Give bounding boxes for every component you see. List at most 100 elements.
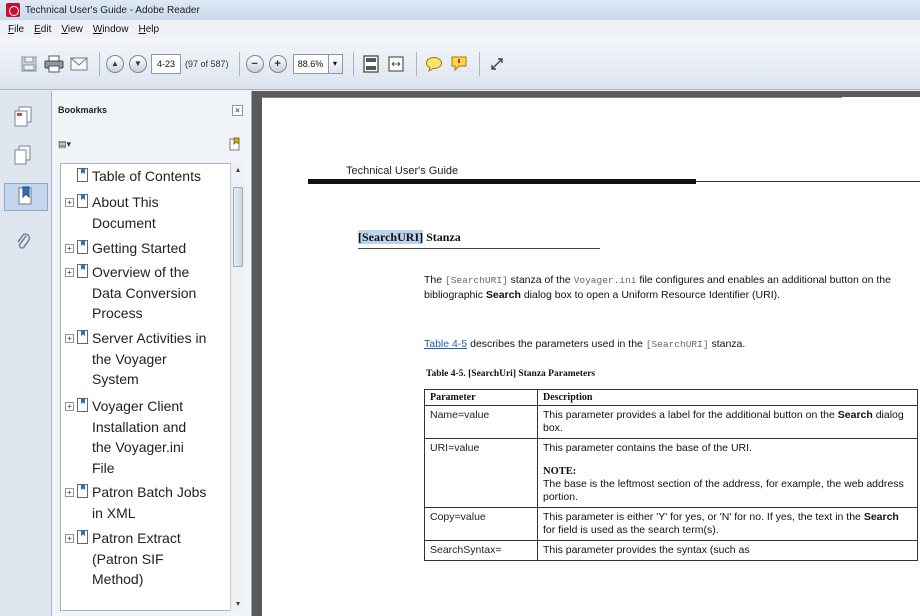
comment-button[interactable] bbox=[423, 53, 445, 75]
bookmarks-tree: Table of Contents + About This Document +… bbox=[60, 163, 232, 611]
paperclip-icon bbox=[17, 233, 31, 249]
description-cell: This parameter provides the syntax (such… bbox=[537, 540, 918, 561]
expand-icon[interactable]: + bbox=[65, 244, 74, 253]
scroll-up-icon[interactable]: ▲ bbox=[231, 163, 245, 177]
bookmark-label: Voyager Client Installation and the Voyage… bbox=[92, 398, 187, 476]
note-heading: NOTE: bbox=[543, 466, 577, 477]
table-row: SearchSyntax= This parameter provides th… bbox=[424, 540, 918, 561]
options-menu-icon: ▤▾ bbox=[58, 138, 72, 149]
expand-icon[interactable]: + bbox=[65, 534, 74, 543]
window-title: Technical User's Guide - Adobe Reader bbox=[25, 4, 200, 16]
toolbar-separator bbox=[99, 51, 100, 76]
description-cell: This parameter is either 'Y' for yes, or… bbox=[537, 507, 918, 541]
parameter-cell: SearchSyntax= bbox=[424, 540, 538, 561]
bookmark-page-icon bbox=[77, 264, 88, 278]
bookmark-label: Overview of the Data Conversion Process bbox=[92, 264, 197, 321]
next-page-button[interactable]: ▼ bbox=[129, 54, 147, 73]
highlight-button[interactable] bbox=[448, 53, 470, 75]
menu-view[interactable]: View bbox=[57, 24, 87, 35]
email-button[interactable] bbox=[68, 53, 90, 75]
highlighted-text[interactable]: [SearchURI] bbox=[358, 230, 424, 244]
bookmark-label: Getting Started bbox=[92, 240, 187, 256]
bookmark-page-icon bbox=[77, 194, 88, 208]
sticky-note-icon bbox=[451, 56, 467, 71]
panel-close-button[interactable]: × bbox=[232, 105, 243, 116]
bookmark-page-icon bbox=[77, 398, 88, 412]
fit-page-icon bbox=[362, 54, 379, 73]
layers-panel-button[interactable] bbox=[10, 141, 36, 169]
menu-file[interactable]: File bbox=[4, 24, 28, 35]
adobe-reader-icon bbox=[6, 3, 20, 17]
bookmark-label: Table of Contents bbox=[92, 168, 201, 184]
bookmark-icon bbox=[18, 186, 32, 205]
running-header: Technical User's Guide bbox=[346, 165, 459, 177]
bookmarks-panel-button[interactable] bbox=[4, 183, 48, 211]
expand-button[interactable] bbox=[486, 53, 508, 75]
bookmarks-toolbar: ▤▾ bbox=[58, 137, 246, 155]
panel-title: Bookmarks bbox=[58, 105, 108, 115]
zoom-in-button[interactable]: + bbox=[268, 54, 287, 73]
menu-edit[interactable]: Edit bbox=[30, 24, 55, 35]
minus-icon: − bbox=[251, 57, 258, 70]
bookmark-label: Patron Extract (Patron SIF Method) bbox=[92, 530, 181, 587]
close-icon: × bbox=[235, 106, 240, 115]
toolbar-separator bbox=[415, 51, 417, 76]
table-caption: Table 4-5. [SearchUri] Stanza Parameters bbox=[426, 369, 596, 379]
save-button[interactable] bbox=[18, 53, 40, 75]
parameters-table: Parameter Description Name=value This pa… bbox=[424, 389, 918, 561]
menu-help[interactable]: Help bbox=[134, 24, 163, 35]
paragraph-table-ref: Table 4-5 describes the parameters used … bbox=[424, 338, 746, 350]
expand-icon[interactable]: + bbox=[65, 488, 74, 497]
arrow-up-icon: ▲ bbox=[111, 59, 119, 68]
toolbar-separator bbox=[478, 51, 480, 76]
parameter-cell: Name=value bbox=[424, 405, 538, 439]
description-cell: This parameter contains the base of the … bbox=[537, 438, 918, 508]
bookmark-label: Server Activities in the Voyager System bbox=[92, 330, 207, 387]
attachments-panel-button[interactable] bbox=[10, 227, 36, 255]
toolbar: ▲ ▼ 4-23 (97 of 587) − + 88.6% ▾ bbox=[0, 38, 920, 90]
bookmark-page-icon bbox=[77, 330, 88, 344]
expand-icon[interactable]: + bbox=[65, 268, 74, 277]
page-count: (97 of 587) bbox=[185, 58, 229, 69]
bookmarks-scrollbar[interactable]: ▲ ▼ bbox=[230, 163, 244, 611]
bookmarks-panel-header: Bookmarks × bbox=[52, 91, 251, 135]
expand-arrows-icon bbox=[490, 57, 503, 70]
note-text: The base is the leftmost section of the … bbox=[543, 478, 904, 503]
envelope-icon bbox=[70, 57, 88, 70]
toolbar-separator bbox=[238, 51, 240, 76]
expand-icon[interactable]: + bbox=[65, 334, 74, 343]
table-link[interactable]: Table 4-5 bbox=[424, 338, 467, 350]
table-row: URI=value This parameter contains the ba… bbox=[424, 438, 918, 508]
expand-icon[interactable]: + bbox=[65, 198, 74, 207]
column-header: Description bbox=[537, 389, 918, 406]
document-page: Technical User's Guide [SearchURI] Stanz… bbox=[262, 97, 920, 616]
document-viewport[interactable]: Technical User's Guide [SearchURI] Stanz… bbox=[252, 91, 920, 616]
toolbar-separator bbox=[352, 51, 354, 76]
header-rule bbox=[308, 179, 696, 184]
zoom-out-button[interactable]: − bbox=[245, 54, 264, 73]
new-bookmark-button[interactable] bbox=[228, 137, 242, 151]
speech-bubble-icon bbox=[425, 56, 442, 72]
full-screen-button[interactable] bbox=[385, 53, 407, 75]
scrollbar-thumb[interactable] bbox=[233, 187, 243, 267]
menu-window[interactable]: Window bbox=[89, 24, 133, 35]
previous-page-button[interactable]: ▲ bbox=[106, 54, 124, 73]
parameter-cell: Copy=value bbox=[424, 507, 538, 541]
zoom-dropdown-button[interactable]: ▾ bbox=[328, 53, 343, 74]
pages-icon bbox=[14, 106, 32, 127]
section-heading: [SearchURI] Stanza bbox=[358, 230, 461, 244]
table-header-row: Parameter Description bbox=[424, 389, 918, 406]
column-header: Parameter bbox=[424, 389, 538, 406]
bookmark-options-button[interactable]: ▤▾ bbox=[58, 137, 80, 151]
expand-icon[interactable]: + bbox=[65, 402, 74, 411]
scroll-down-icon[interactable]: ▼ bbox=[231, 597, 245, 611]
fit-page-button[interactable] bbox=[360, 53, 382, 75]
page-number-input[interactable]: 4-23 bbox=[151, 53, 181, 74]
section-rule bbox=[358, 248, 600, 249]
print-button[interactable] bbox=[43, 53, 65, 75]
bookmark-page-icon bbox=[77, 240, 88, 254]
printer-icon bbox=[44, 55, 64, 72]
page-edge bbox=[262, 97, 842, 98]
pages-panel-button[interactable] bbox=[10, 103, 36, 131]
zoom-level-input[interactable]: 88.6% bbox=[292, 53, 329, 74]
